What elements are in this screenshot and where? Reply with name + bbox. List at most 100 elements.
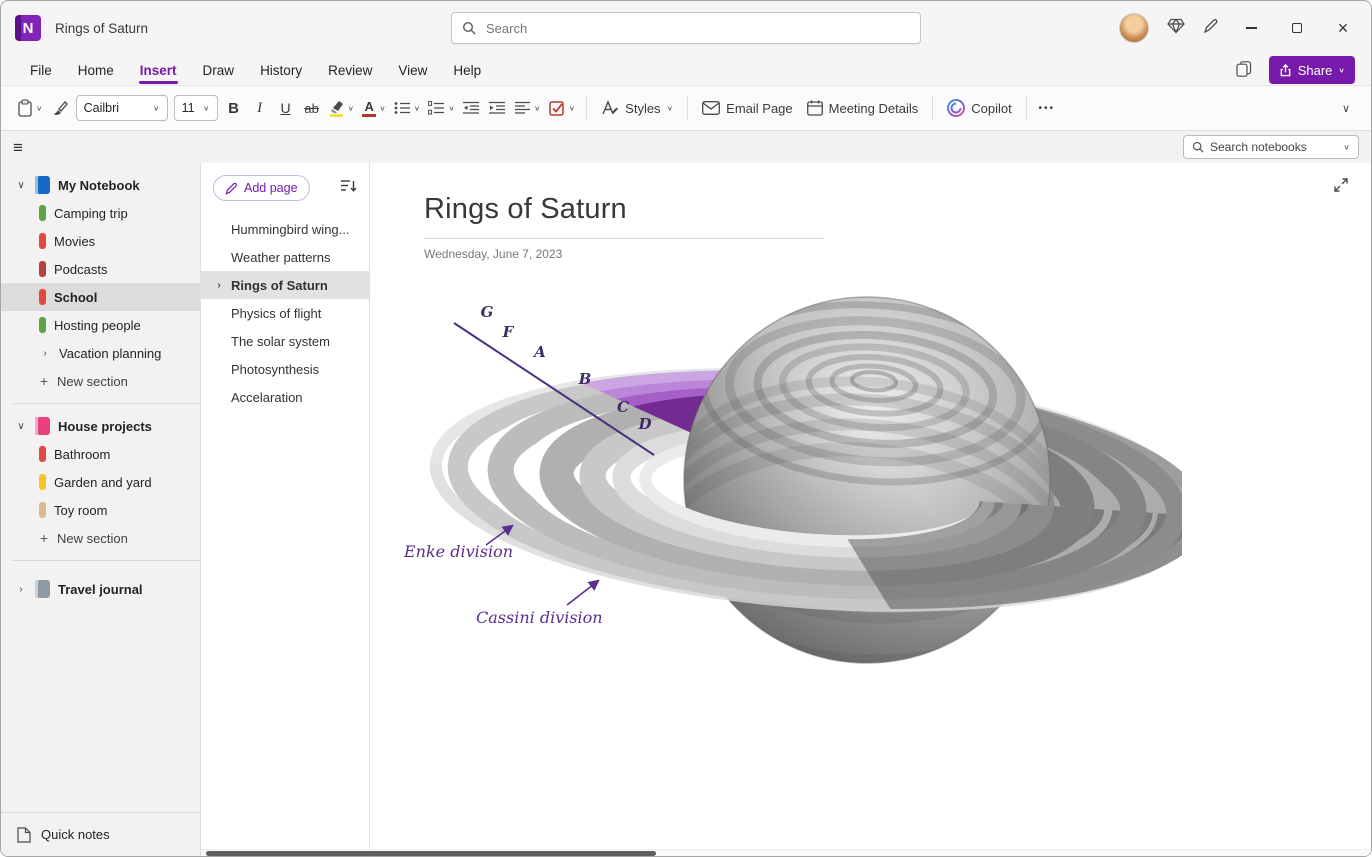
note-date: Wednesday, June 7, 2023 — [424, 247, 1371, 261]
close-button[interactable]: × — [1329, 14, 1357, 42]
menu-insert[interactable]: Insert — [127, 55, 190, 85]
sort-pages-button[interactable] — [341, 179, 357, 198]
styles-button[interactable]: Styles ∨ — [594, 93, 680, 123]
search-notebooks-dropdown[interactable]: Search notebooks ∨ — [1183, 135, 1359, 159]
bold-button[interactable]: B — [221, 93, 247, 123]
page-item[interactable]: Accelaration — [201, 383, 369, 411]
font-size-select[interactable]: 11 ∨ — [174, 95, 218, 121]
quick-notes-button[interactable]: Quick notes — [1, 812, 200, 856]
rewards-diamond-icon[interactable] — [1167, 18, 1185, 39]
new-section-button[interactable]: + New section — [1, 367, 200, 395]
meeting-details-button[interactable]: Meeting Details — [800, 93, 926, 123]
page-canvas[interactable]: Rings of Saturn Wednesday, June 7, 2023 — [370, 163, 1371, 856]
sidebar-section-group-vacation-planning[interactable]: › Vacation planning — [1, 339, 200, 367]
maximize-icon — [1292, 23, 1302, 33]
menu-home[interactable]: Home — [65, 55, 127, 85]
maximize-button[interactable] — [1283, 14, 1311, 42]
expand-page-button[interactable] — [1333, 177, 1349, 198]
underline-button[interactable]: U — [273, 93, 299, 123]
new-section-label: New section — [57, 374, 128, 389]
decrease-indent-icon — [463, 101, 480, 115]
sidebar-section-garden-and-yard[interactable]: Garden and yard — [1, 468, 200, 496]
page-item[interactable]: Hummingbird wing... — [201, 215, 369, 243]
font-name-select[interactable]: Cailbri ∨ — [76, 95, 168, 121]
page-item-selected[interactable]: › Rings of Saturn — [201, 271, 369, 299]
chevron-right-icon[interactable]: › — [39, 348, 51, 359]
ribbon-overflow-button[interactable]: ••• — [1034, 93, 1060, 123]
page-list: Hummingbird wing... Weather patterns › R… — [201, 215, 369, 411]
copilot-button[interactable]: Copilot — [940, 93, 1018, 123]
menu-help[interactable]: Help — [440, 55, 494, 85]
decrease-indent-button[interactable] — [459, 93, 485, 123]
titlebar-right: × — [1119, 13, 1357, 43]
font-name-value: Cailbri — [84, 101, 145, 115]
collapse-ribbon-button[interactable]: ∨ — [1333, 93, 1359, 123]
minimize-button[interactable] — [1237, 14, 1265, 42]
increase-indent-button[interactable] — [485, 93, 511, 123]
alignment-icon — [515, 101, 531, 115]
chevron-right-icon[interactable]: › — [15, 584, 27, 595]
page-item[interactable]: The solar system — [201, 327, 369, 355]
menu-history[interactable]: History — [247, 55, 315, 85]
share-button[interactable]: Share ∨ — [1269, 56, 1355, 84]
page-item[interactable]: Physics of flight — [201, 299, 369, 327]
highlighter-button[interactable]: ∨ — [325, 93, 359, 123]
user-avatar[interactable] — [1119, 13, 1149, 43]
chevron-right-icon: › — [213, 280, 225, 291]
email-page-button[interactable]: Email Page — [695, 93, 799, 123]
chevron-down-icon: ∨ — [414, 104, 421, 111]
chevron-down-icon: ∨ — [1338, 66, 1345, 73]
notebook-name: My Notebook — [58, 178, 140, 193]
sidebar-section-movies[interactable]: Movies — [1, 227, 200, 255]
horizontal-scrollbar-thumb[interactable] — [206, 851, 656, 856]
font-color-button[interactable]: A ∨ — [358, 93, 390, 123]
pen-settings-icon[interactable] — [1203, 18, 1219, 39]
todo-tag-button[interactable]: ∨ — [545, 93, 580, 123]
ribbon-divider — [586, 95, 587, 121]
chevron-down-icon[interactable]: ∨ — [15, 180, 27, 191]
italic-button[interactable]: I — [247, 93, 273, 123]
search-input[interactable] — [484, 20, 910, 37]
numbering-icon — [428, 101, 445, 115]
sidebar-section-hosting-people[interactable]: Hosting people — [1, 311, 200, 339]
styles-label: Styles — [625, 101, 660, 116]
sidebar-section-camping-trip[interactable]: Camping trip — [1, 199, 200, 227]
expand-icon — [1333, 177, 1349, 193]
switch-view-icon[interactable] — [1236, 61, 1253, 80]
bullets-button[interactable]: ∨ — [390, 93, 425, 123]
ring-label-c: C — [617, 398, 629, 416]
page-item[interactable]: Photosynthesis — [201, 355, 369, 383]
sidebar-notebook-house-projects[interactable]: ∨ House projects — [1, 412, 200, 440]
chevron-down-icon[interactable]: ∨ — [15, 421, 27, 432]
sidebar-section-bathroom[interactable]: Bathroom — [1, 440, 200, 468]
sidebar-notebook-travel-journal[interactable]: › Travel journal — [1, 575, 200, 603]
ring-label-f: F — [502, 323, 515, 341]
page-item[interactable]: Weather patterns — [201, 243, 369, 271]
new-section-button[interactable]: + New section — [1, 524, 200, 552]
ring-label-a: A — [532, 343, 546, 361]
note-title[interactable]: Rings of Saturn — [424, 193, 1371, 226]
calendar-icon — [807, 100, 823, 116]
ribbon-toolbar: ∨ Cailbri ∨ 11 ∨ B I U ab ∨ A ∨ — [1, 85, 1371, 131]
horizontal-scrollbar[interactable] — [201, 849, 1371, 856]
notebook-name: House projects — [58, 419, 152, 434]
sidebar-section-podcasts[interactable]: Podcasts — [1, 255, 200, 283]
add-page-button[interactable]: Add page — [213, 175, 310, 201]
paste-button[interactable]: ∨ — [13, 93, 47, 123]
menu-review[interactable]: Review — [315, 55, 385, 85]
menu-draw[interactable]: Draw — [190, 55, 248, 85]
menu-file[interactable]: File — [17, 55, 65, 85]
sidebar-section-toy-room[interactable]: Toy room — [1, 496, 200, 524]
section-color-icon — [39, 289, 46, 305]
numbering-button[interactable]: ∨ — [424, 93, 459, 123]
window-title: Rings of Saturn — [55, 21, 148, 36]
sidebar-notebook-my-notebook[interactable]: ∨ My Notebook — [1, 171, 200, 199]
strikethrough-button[interactable]: ab — [299, 93, 325, 123]
format-painter-button[interactable] — [47, 93, 73, 123]
email-icon — [702, 101, 720, 115]
alignment-button[interactable]: ∨ — [511, 93, 545, 123]
menu-view[interactable]: View — [385, 55, 440, 85]
global-search-box[interactable] — [451, 12, 921, 44]
sidebar-section-school[interactable]: School — [1, 283, 200, 311]
hamburger-menu-icon[interactable]: ≡ — [13, 139, 23, 156]
